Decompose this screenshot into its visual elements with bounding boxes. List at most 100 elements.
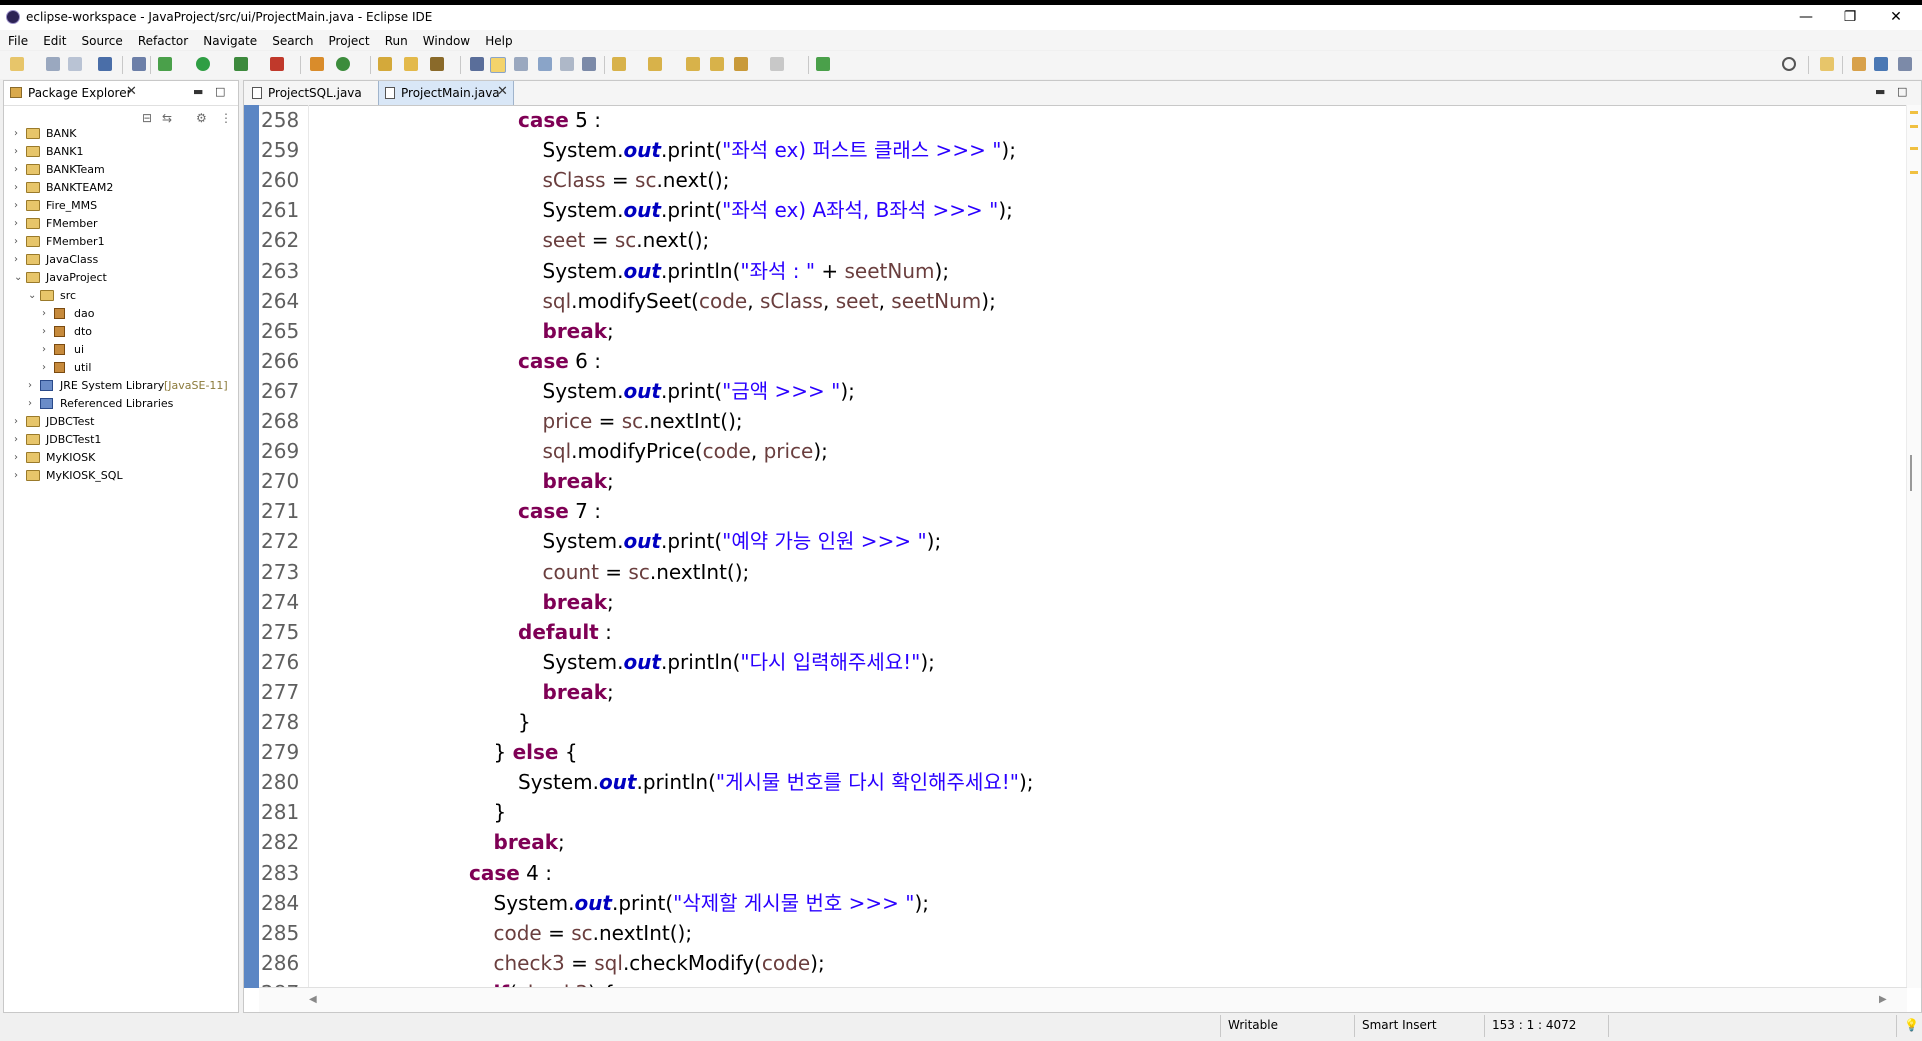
scroll-left-icon[interactable]: ◀ <box>309 994 317 1005</box>
tree-item[interactable]: › FMember1 <box>4 233 238 251</box>
menu-file[interactable]: File <box>8 32 28 48</box>
tree-item[interactable]: › BANKTEAM2 <box>4 179 238 197</box>
tree-item[interactable]: ⌄ src <box>4 287 238 305</box>
insert-mode-status[interactable]: Smart Insert <box>1362 1018 1437 1032</box>
menu-window[interactable]: Window <box>423 32 470 48</box>
new-icon[interactable] <box>10 57 24 71</box>
close-icon[interactable]: ✕ <box>126 84 137 99</box>
save-all-icon[interactable] <box>68 57 82 71</box>
search-icon[interactable] <box>1782 57 1796 71</box>
code-text[interactable]: 258 case 5 :259 System.out.print("좌석 ex) 퍼… <box>261 105 1901 988</box>
chevron-right-icon[interactable]: › <box>28 377 32 395</box>
menu-edit[interactable]: Edit <box>43 32 66 48</box>
external-tools-icon[interactable] <box>270 57 284 71</box>
chevron-right-icon[interactable]: › <box>14 233 18 251</box>
chevron-right-icon[interactable]: › <box>14 467 18 485</box>
menu-navigate[interactable]: Navigate <box>203 32 257 48</box>
menu-search[interactable]: Search <box>272 32 313 48</box>
menu-source[interactable]: Source <box>82 32 123 48</box>
chevron-right-icon[interactable]: › <box>42 341 46 359</box>
tree-item[interactable]: › JDBCTest1 <box>4 431 238 449</box>
forward-history-icon[interactable] <box>710 57 724 71</box>
search-tool-icon[interactable] <box>430 57 444 71</box>
warning-marker[interactable] <box>1910 171 1918 174</box>
last-edit-location-icon[interactable] <box>686 57 700 71</box>
chevron-right-icon[interactable]: › <box>14 431 18 449</box>
open-perspective-icon[interactable] <box>1820 57 1834 71</box>
minimize-button[interactable]: — <box>1786 7 1826 27</box>
tab-projectsql-java[interactable]: ProjectSQL.java <box>246 81 376 105</box>
tree-item[interactable]: › JDBCTest <box>4 413 238 431</box>
warning-marker[interactable] <box>1910 125 1918 128</box>
debug-icon[interactable] <box>158 57 172 71</box>
back-icon[interactable] <box>734 57 748 71</box>
maximize-view-icon[interactable]: □ <box>215 85 225 98</box>
tip-lightbulb-icon[interactable]: 💡 <box>1904 1018 1919 1032</box>
warning-marker[interactable] <box>1910 111 1918 114</box>
block-selection-icon[interactable] <box>514 57 528 71</box>
minimize-editor-icon[interactable]: ▬ <box>1875 85 1885 98</box>
horizontal-scrollbar[interactable]: ◀ ▶ <box>259 987 1907 1012</box>
console-icon[interactable] <box>98 57 112 71</box>
tab-projectmain-java[interactable]: ProjectMain.java ✕ <box>378 81 514 105</box>
java-perspective-icon[interactable] <box>1874 57 1888 71</box>
menu-help[interactable]: Help <box>485 32 512 48</box>
view-menu-icon[interactable]: ⋮ <box>220 111 232 125</box>
tree-item[interactable]: › MyKIOSK_SQL <box>4 467 238 485</box>
coverage-icon[interactable] <box>234 57 248 71</box>
tree-item[interactable]: ⌄ JavaProject <box>4 269 238 287</box>
mark-occurrences-icon[interactable] <box>490 57 506 73</box>
maximize-editor-icon[interactable]: □ <box>1897 85 1907 98</box>
scroll-right-icon[interactable]: ▶ <box>1879 994 1887 1005</box>
chevron-right-icon[interactable]: › <box>14 251 18 269</box>
chevron-right-icon[interactable]: › <box>28 395 32 413</box>
toggle-breadcrumb-icon[interactable] <box>470 57 484 71</box>
menu-refactor[interactable]: Refactor <box>138 32 188 48</box>
java-ee-perspective-icon[interactable] <box>1852 57 1866 71</box>
pin-editor-icon[interactable] <box>816 57 830 71</box>
chevron-right-icon[interactable]: › <box>42 359 46 377</box>
save-icon[interactable] <box>46 57 60 71</box>
chevron-right-icon[interactable]: › <box>14 449 18 467</box>
tree-item[interactable]: › FMember <box>4 215 238 233</box>
warning-marker[interactable] <box>1910 147 1918 150</box>
chevron-right-icon[interactable]: › <box>14 215 18 233</box>
tree-item[interactable]: › dao <box>4 305 238 323</box>
chevron-right-icon[interactable]: › <box>14 143 18 161</box>
tree-item[interactable]: › BANK <box>4 125 238 143</box>
previous-annotation-icon[interactable] <box>648 57 662 71</box>
chevron-right-icon[interactable]: › <box>42 305 46 323</box>
tree-item[interactable]: › JavaClass <box>4 251 238 269</box>
next-annotation-icon[interactable] <box>612 57 626 71</box>
tree-item[interactable]: › BANKTeam <box>4 161 238 179</box>
tree-item[interactable]: › Fire_MMS <box>4 197 238 215</box>
menu-run[interactable]: Run <box>385 32 408 48</box>
chevron-right-icon[interactable]: › <box>14 161 18 179</box>
chevron-right-icon[interactable]: › <box>14 179 18 197</box>
tree-item[interactable]: › Referenced Libraries <box>4 395 238 413</box>
word-wrap-icon[interactable] <box>538 57 552 71</box>
tree-item[interactable]: › BANK1 <box>4 143 238 161</box>
debug-perspective-icon[interactable] <box>1898 57 1912 71</box>
chevron-right-icon[interactable]: › <box>42 323 46 341</box>
tree-item[interactable]: › dto <box>4 323 238 341</box>
chevron-right-icon[interactable]: › <box>14 197 18 215</box>
new-java-class-icon[interactable] <box>336 57 350 71</box>
tree-item[interactable]: › JRE System Library [JavaSE-11] <box>4 377 238 395</box>
chevron-right-icon[interactable]: › <box>14 413 18 431</box>
overview-ruler[interactable] <box>1906 105 1921 988</box>
chevron-down-icon[interactable]: ⌄ <box>28 287 36 305</box>
skip-breakpoints-icon[interactable] <box>132 57 146 71</box>
pilcrow-icon[interactable] <box>582 57 596 71</box>
run-icon[interactable] <box>196 57 210 71</box>
package-explorer-tab[interactable]: Package Explorer ✕ <box>4 81 144 107</box>
tree-item[interactable]: › util <box>4 359 238 377</box>
restore-button[interactable]: ❐ <box>1830 7 1870 27</box>
forward-icon[interactable] <box>770 57 784 71</box>
open-folder-icon[interactable] <box>404 57 418 71</box>
tree-item[interactable]: › MyKIOSK <box>4 449 238 467</box>
vertical-scroll-thumb[interactable] <box>1910 455 1912 491</box>
filter-icon[interactable]: ⚙ <box>196 111 207 125</box>
minimize-view-icon[interactable]: ▬ <box>193 85 203 98</box>
link-with-editor-icon[interactable]: ⇆ <box>162 111 172 125</box>
